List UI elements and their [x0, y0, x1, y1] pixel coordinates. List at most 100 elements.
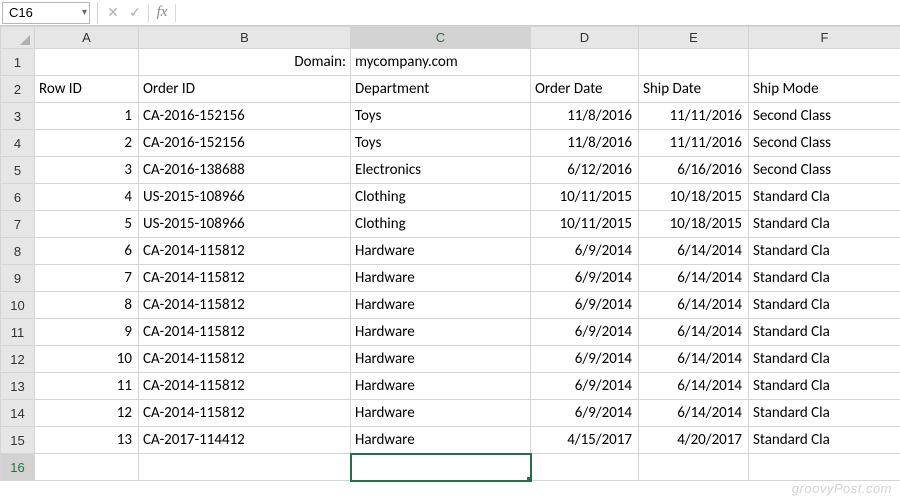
- select-all-corner[interactable]: [1, 27, 35, 49]
- cell-C2[interactable]: Department: [351, 76, 531, 103]
- cell-F11[interactable]: Standard Cla: [749, 319, 900, 346]
- cell-F6[interactable]: Standard Cla: [749, 184, 900, 211]
- cell-D5[interactable]: 6/12/2016: [531, 157, 639, 184]
- row-header-9[interactable]: 9: [1, 265, 35, 292]
- cell-D11[interactable]: 6/9/2014: [531, 319, 639, 346]
- cell-B6[interactable]: US-2015-108966: [139, 184, 351, 211]
- cell-F3[interactable]: Second Class: [749, 103, 900, 130]
- cancel-button[interactable]: ✕: [102, 2, 124, 24]
- cell-E14[interactable]: 6/14/2014: [639, 400, 749, 427]
- cell-F10[interactable]: Standard Cla: [749, 292, 900, 319]
- cell-D6[interactable]: 10/11/2015: [531, 184, 639, 211]
- cell-E10[interactable]: 6/14/2014: [639, 292, 749, 319]
- cell-A4[interactable]: 2: [35, 130, 139, 157]
- cell-C10[interactable]: Hardware: [351, 292, 531, 319]
- cell-C3[interactable]: Toys: [351, 103, 531, 130]
- cell-A10[interactable]: 8: [35, 292, 139, 319]
- cell-E9[interactable]: 6/14/2014: [639, 265, 749, 292]
- row-header-3[interactable]: 3: [1, 103, 35, 130]
- row-header-15[interactable]: 15: [1, 427, 35, 454]
- row-header-4[interactable]: 4: [1, 130, 35, 157]
- cell-D8[interactable]: 6/9/2014: [531, 238, 639, 265]
- col-header-B[interactable]: B: [139, 27, 351, 49]
- cell-F13[interactable]: Standard Cla: [749, 373, 900, 400]
- cell-B9[interactable]: CA-2014-115812: [139, 265, 351, 292]
- row-header-14[interactable]: 14: [1, 400, 35, 427]
- cell-B3[interactable]: CA-2016-152156: [139, 103, 351, 130]
- row-header-6[interactable]: 6: [1, 184, 35, 211]
- name-box[interactable]: C16 ▾: [2, 2, 90, 24]
- cell-E4[interactable]: 11/11/2016: [639, 130, 749, 157]
- cell-D1[interactable]: [531, 49, 639, 76]
- cell-A8[interactable]: 6: [35, 238, 139, 265]
- cell-C16[interactable]: [351, 454, 531, 481]
- cell-F4[interactable]: Second Class: [749, 130, 900, 157]
- cell-D10[interactable]: 6/9/2014: [531, 292, 639, 319]
- row-header-12[interactable]: 12: [1, 346, 35, 373]
- row-header-5[interactable]: 5: [1, 157, 35, 184]
- cell-A2[interactable]: Row ID: [35, 76, 139, 103]
- cell-B8[interactable]: CA-2014-115812: [139, 238, 351, 265]
- col-header-F[interactable]: F: [749, 27, 900, 49]
- cell-A15[interactable]: 13: [35, 427, 139, 454]
- cell-B12[interactable]: CA-2014-115812: [139, 346, 351, 373]
- cell-A7[interactable]: 5: [35, 211, 139, 238]
- formula-input[interactable]: [178, 2, 900, 24]
- cell-B7[interactable]: US-2015-108966: [139, 211, 351, 238]
- cell-D16[interactable]: [531, 454, 639, 481]
- cell-B10[interactable]: CA-2014-115812: [139, 292, 351, 319]
- cell-C1[interactable]: mycompany.com: [351, 49, 531, 76]
- cell-D7[interactable]: 10/11/2015: [531, 211, 639, 238]
- cell-E3[interactable]: 11/11/2016: [639, 103, 749, 130]
- cell-E11[interactable]: 6/14/2014: [639, 319, 749, 346]
- cell-A13[interactable]: 11: [35, 373, 139, 400]
- cell-B11[interactable]: CA-2014-115812: [139, 319, 351, 346]
- spreadsheet-grid[interactable]: A B C D E F 1 Domain: mycompany.com 2 Ro…: [0, 26, 900, 481]
- cell-C7[interactable]: Clothing: [351, 211, 531, 238]
- cell-C6[interactable]: Clothing: [351, 184, 531, 211]
- cell-B14[interactable]: CA-2014-115812: [139, 400, 351, 427]
- cell-B2[interactable]: Order ID: [139, 76, 351, 103]
- row-header-1[interactable]: 1: [1, 49, 35, 76]
- cell-B1[interactable]: Domain:: [139, 49, 351, 76]
- cell-E7[interactable]: 10/18/2015: [639, 211, 749, 238]
- cell-F9[interactable]: Standard Cla: [749, 265, 900, 292]
- insert-function-button[interactable]: fx: [151, 2, 173, 24]
- cell-E16[interactable]: [639, 454, 749, 481]
- cell-B13[interactable]: CA-2014-115812: [139, 373, 351, 400]
- cell-E1[interactable]: [639, 49, 749, 76]
- cell-E13[interactable]: 6/14/2014: [639, 373, 749, 400]
- cell-A3[interactable]: 1: [35, 103, 139, 130]
- cell-F7[interactable]: Standard Cla: [749, 211, 900, 238]
- cell-D3[interactable]: 11/8/2016: [531, 103, 639, 130]
- cell-B4[interactable]: CA-2016-152156: [139, 130, 351, 157]
- cell-E8[interactable]: 6/14/2014: [639, 238, 749, 265]
- cell-D15[interactable]: 4/15/2017: [531, 427, 639, 454]
- cell-A16[interactable]: [35, 454, 139, 481]
- cell-A12[interactable]: 10: [35, 346, 139, 373]
- row-header-7[interactable]: 7: [1, 211, 35, 238]
- cell-D2[interactable]: Order Date: [531, 76, 639, 103]
- cell-F12[interactable]: Standard Cla: [749, 346, 900, 373]
- col-header-E[interactable]: E: [639, 27, 749, 49]
- cell-E5[interactable]: 6/16/2016: [639, 157, 749, 184]
- cell-F8[interactable]: Standard Cla: [749, 238, 900, 265]
- row-header-10[interactable]: 10: [1, 292, 35, 319]
- cell-D4[interactable]: 11/8/2016: [531, 130, 639, 157]
- cell-B15[interactable]: CA-2017-114412: [139, 427, 351, 454]
- cell-E12[interactable]: 6/14/2014: [639, 346, 749, 373]
- cell-D13[interactable]: 6/9/2014: [531, 373, 639, 400]
- cell-C13[interactable]: Hardware: [351, 373, 531, 400]
- row-header-11[interactable]: 11: [1, 319, 35, 346]
- row-header-8[interactable]: 8: [1, 238, 35, 265]
- cell-D9[interactable]: 6/9/2014: [531, 265, 639, 292]
- cell-F16[interactable]: [749, 454, 900, 481]
- cell-F15[interactable]: Standard Cla: [749, 427, 900, 454]
- cell-F5[interactable]: Second Class: [749, 157, 900, 184]
- cell-D14[interactable]: 6/9/2014: [531, 400, 639, 427]
- cell-A11[interactable]: 9: [35, 319, 139, 346]
- cell-A14[interactable]: 12: [35, 400, 139, 427]
- cell-C11[interactable]: Hardware: [351, 319, 531, 346]
- row-header-13[interactable]: 13: [1, 373, 35, 400]
- cell-C9[interactable]: Hardware: [351, 265, 531, 292]
